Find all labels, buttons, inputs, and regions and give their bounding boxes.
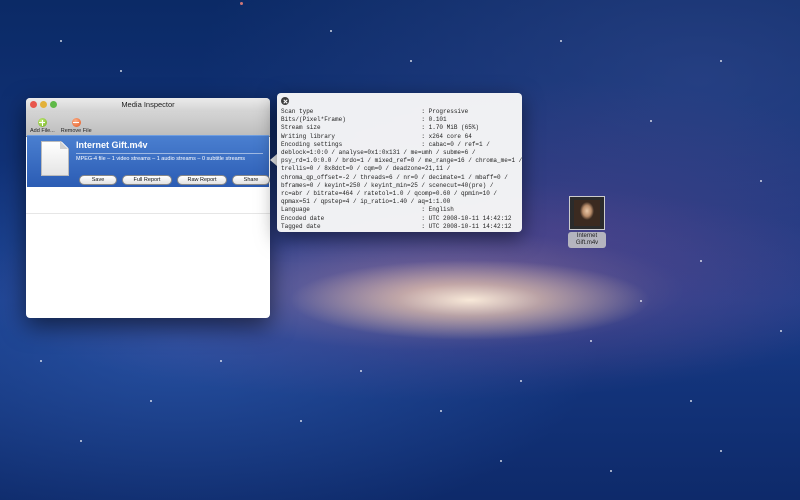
window-titlebar[interactable]: Media Inspector bbox=[26, 98, 270, 112]
report-line: rc=abr / bitrate=464 / ratetol=1.0 / qco… bbox=[281, 190, 498, 198]
report-line: Writing library : x264 core 64 bbox=[281, 132, 472, 140]
file-divider bbox=[76, 153, 263, 154]
remove-file-button[interactable]: Remove File bbox=[61, 118, 92, 134]
desktop-file-icon[interactable]: Internet Gift.m4v bbox=[568, 196, 606, 248]
star bbox=[360, 370, 362, 372]
report-line: psy_rd=1.0:0.0 / brdo=1 / mixed_ref=0 / … bbox=[281, 157, 522, 165]
star bbox=[410, 60, 412, 62]
star bbox=[220, 360, 222, 362]
plus-icon bbox=[37, 118, 47, 127]
report-line: bframes=0 / keyint=250 / keyint_min=25 /… bbox=[281, 181, 494, 189]
close-icon[interactable] bbox=[281, 97, 289, 105]
zoom-window-icon[interactable] bbox=[50, 101, 57, 108]
minimize-window-icon[interactable] bbox=[40, 101, 47, 108]
report-line: Language : English bbox=[281, 206, 454, 214]
close-window-icon[interactable] bbox=[30, 101, 37, 108]
star bbox=[40, 360, 42, 362]
report-line bbox=[281, 231, 518, 232]
star bbox=[690, 400, 692, 402]
star bbox=[150, 400, 152, 402]
report-popover: Scan type : Progressive Bits/(Pixel*Frame… bbox=[277, 93, 522, 232]
star bbox=[560, 40, 562, 42]
star bbox=[300, 420, 302, 422]
video-thumbnail bbox=[569, 196, 605, 230]
report-line: deblock=1:0:0 / analyse=0x1:0x131 / me=u… bbox=[281, 149, 476, 157]
share-button[interactable]: Share bbox=[232, 175, 270, 185]
star bbox=[60, 40, 62, 42]
star bbox=[240, 2, 243, 5]
file-actions: Save Full Report Raw Report Share bbox=[79, 175, 270, 185]
star bbox=[120, 70, 122, 72]
star bbox=[440, 410, 442, 412]
save-button[interactable]: Save bbox=[79, 175, 117, 185]
window-title: Media Inspector bbox=[121, 100, 175, 109]
add-file-button[interactable]: Add File... bbox=[30, 118, 55, 134]
full-report-button[interactable]: Full Report bbox=[122, 175, 172, 185]
minus-icon bbox=[71, 118, 81, 127]
report-line: Encoding settings : cabac=0 / ref=1 / bbox=[281, 140, 490, 148]
star bbox=[700, 260, 702, 262]
file-name: Internet Gift.m4v bbox=[76, 140, 148, 150]
thumbnail-image bbox=[574, 200, 600, 226]
star bbox=[520, 380, 522, 382]
star bbox=[780, 330, 782, 332]
report-line: Stream size : 1.70 MiB (65%) bbox=[281, 124, 480, 132]
report-line: Encoded date : UTC 2008-10-11 14:42:12 bbox=[281, 214, 512, 222]
star bbox=[590, 340, 592, 342]
list-divider bbox=[26, 213, 270, 214]
add-file-label: Add File... bbox=[30, 128, 55, 134]
report-text: Scan type : Progressive Bits/(Pixel*Frame… bbox=[281, 108, 522, 232]
report-line: qpmax=51 / qpstep=4 / ip_ratio=1.40 / aq… bbox=[281, 198, 451, 206]
star bbox=[80, 440, 82, 442]
star bbox=[650, 120, 652, 122]
raw-report-button[interactable]: Raw Report bbox=[177, 175, 227, 185]
star bbox=[640, 300, 642, 302]
report-line: Scan type : Progressive bbox=[281, 108, 469, 115]
report-line: trellis=0 / 8x8dct=0 / cqm=0 / deadzone=… bbox=[281, 165, 451, 173]
file-list-item[interactable]: Internet Gift.m4v MPEG-4 file – 1 video … bbox=[27, 135, 270, 187]
file-list-empty-area[interactable] bbox=[26, 186, 270, 318]
star bbox=[610, 470, 612, 472]
star bbox=[500, 460, 502, 462]
toolbar: Add File... Remove File bbox=[26, 112, 270, 137]
star bbox=[720, 60, 722, 62]
file-info: MPEG-4 file – 1 video streams – 1 audio … bbox=[76, 156, 246, 162]
media-inspector-window: Media Inspector Add File... Remove File … bbox=[26, 98, 270, 318]
star bbox=[760, 180, 762, 182]
star bbox=[330, 30, 332, 32]
popover-arrow bbox=[270, 154, 277, 166]
star bbox=[720, 450, 722, 452]
remove-file-label: Remove File bbox=[60, 128, 92, 134]
report-line: Tagged date : UTC 2008-10-11 14:42:12 bbox=[281, 222, 512, 230]
window-controls bbox=[30, 101, 57, 108]
report-line: Bits/(Pixel*Frame) : 0.101 bbox=[281, 116, 447, 124]
desktop-file-label: Internet Gift.m4v bbox=[568, 232, 606, 248]
report-line: chroma_qp_offset=-2 / threads=6 / nr=0 /… bbox=[281, 173, 508, 181]
